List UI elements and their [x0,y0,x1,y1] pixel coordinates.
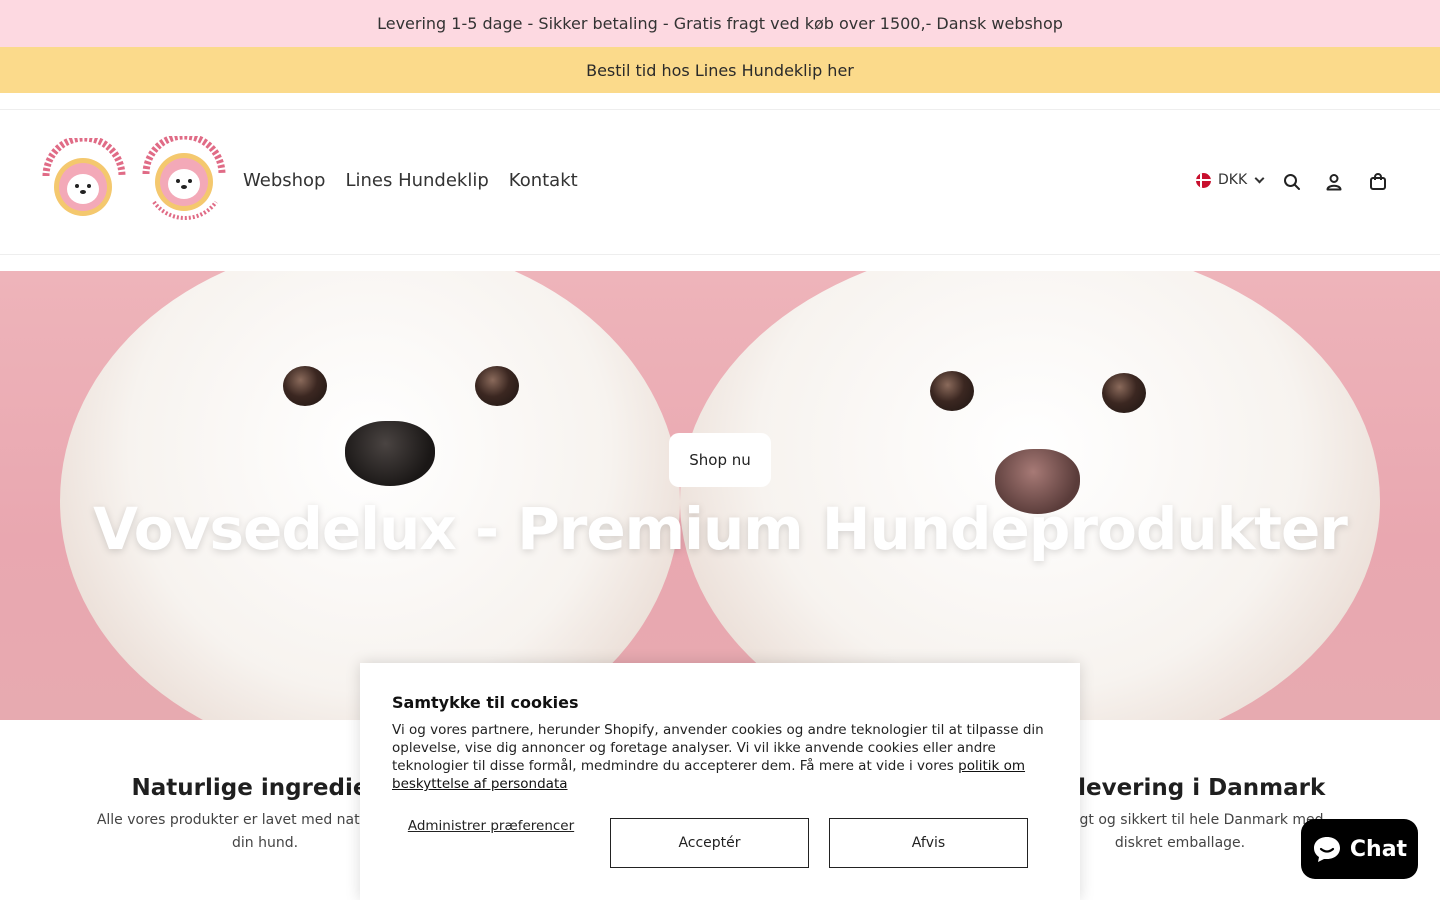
accept-cookies-button[interactable]: Acceptér [610,818,809,868]
cart-icon[interactable] [1368,172,1388,192]
announcement-text: Levering 1-5 dage - Sikker betaling - Gr… [377,14,1063,33]
manage-preferences-link[interactable]: Administrer præferencer [392,818,590,835]
vovse-delux-logo[interactable] [140,136,228,226]
cookie-body: Vi og vores partnere, herunder Shopify, … [392,722,1044,792]
cookie-consent-dialog: Samtykke til cookies Vi og vores partner… [360,663,1080,900]
nav-lines-hundeklip[interactable]: Lines Hundeklip [345,170,488,191]
decline-cookies-button[interactable]: Afvis [829,818,1028,868]
dog-left-eye [283,366,327,406]
main-nav: Webshop Lines Hundeklip Kontakt [243,170,578,191]
nav-webshop[interactable]: Webshop [243,170,325,191]
currency-selector[interactable]: DKK [1196,172,1265,188]
dog-left-eye [475,366,519,406]
promo-link[interactable]: Bestil tid hos Lines Hundeklip her [586,61,854,80]
danish-flag-icon [1196,172,1211,188]
cookie-title: Samtykke til cookies [392,693,579,712]
dog-right-eye [930,371,974,411]
search-icon[interactable] [1282,172,1302,192]
site-header: Webshop Lines Hundeklip Kontakt DKK [0,109,1440,255]
promo-bar[interactable]: Bestil tid hos Lines Hundeklip her [0,47,1440,93]
account-icon[interactable] [1324,172,1344,192]
chat-bubble-icon [1313,837,1340,862]
lines-hundeklip-logo[interactable] [40,138,128,226]
chat-button[interactable]: Chat [1301,819,1418,879]
announcement-bar: Levering 1-5 dage - Sikker betaling - Gr… [0,0,1440,47]
dog-left-nose [345,421,435,486]
shop-now-button[interactable]: Shop nu [669,433,771,487]
chevron-down-icon [1254,173,1265,183]
chat-label: Chat [1349,836,1408,862]
currency-code: DKK [1218,172,1248,188]
nav-kontakt[interactable]: Kontakt [509,170,578,191]
hero-banner: Shop nu Vovsedelux - Premium Hundeproduk… [0,271,1440,720]
dog-right-eye [1102,373,1146,413]
hero-title: Vovsedelux - Premium Hundeprodukter [93,495,1348,563]
